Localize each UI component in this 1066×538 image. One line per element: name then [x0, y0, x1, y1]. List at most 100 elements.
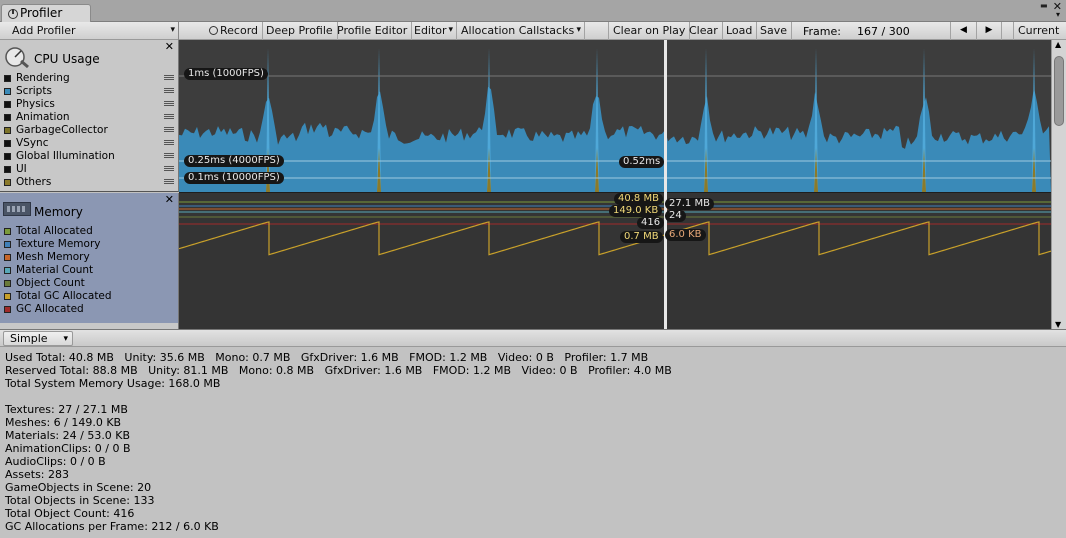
- current-frame-button[interactable]: Current: [1013, 22, 1063, 40]
- cpu-legend-item[interactable]: Physics: [0, 98, 179, 111]
- cpu-legend-swatch[interactable]: [4, 101, 11, 108]
- memory-view-mode-label: Simple: [10, 332, 48, 345]
- record-icon: [209, 26, 218, 35]
- profile-editor-button[interactable]: Profile Editor: [333, 22, 413, 40]
- load-button[interactable]: Load: [722, 22, 758, 40]
- cpu-legend-item[interactable]: GarbageCollector: [0, 124, 179, 137]
- scroll-up-icon[interactable]: ▲: [1055, 40, 1061, 49]
- clear-button[interactable]: Clear: [685, 22, 723, 40]
- memory-legend-item[interactable]: Object Count: [0, 277, 179, 290]
- cpu-legend-swatch[interactable]: [4, 127, 11, 134]
- cpu-legend-item[interactable]: UI: [0, 163, 179, 176]
- memory-detail-line: Assets: 283: [5, 468, 69, 481]
- memory-view-mode-dropdown[interactable]: Simple: [3, 331, 73, 346]
- cpu-legend-item[interactable]: Animation: [0, 111, 179, 124]
- record-button[interactable]: Record: [205, 22, 264, 40]
- reorder-handle-icon[interactable]: [164, 166, 174, 171]
- reorder-handle-icon[interactable]: [164, 88, 174, 93]
- cpu-legend-swatch[interactable]: [4, 140, 11, 147]
- memory-legend-label: Texture Memory: [16, 238, 101, 250]
- texture-memory-value: 27.1 MB: [665, 198, 714, 210]
- memory-legend-swatch[interactable]: [4, 306, 11, 313]
- cpu-legend-label: Rendering: [16, 72, 70, 84]
- window-options-icon[interactable]: ▾: [1056, 10, 1060, 19]
- memory-panel[interactable]: Memory ✕ Total Allocated Texture Memory Me…: [0, 193, 179, 323]
- memory-detail-line: AudioClips: 0 / 0 B: [5, 455, 106, 468]
- graph-vertical-scrollbar[interactable]: ▲ ▼: [1051, 40, 1066, 329]
- clear-on-play-button[interactable]: Clear on Play: [608, 22, 691, 40]
- cpu-legend-swatch[interactable]: [4, 179, 11, 186]
- memory-legend-item[interactable]: GC Allocated: [0, 303, 179, 316]
- material-count-value: 24: [665, 210, 686, 222]
- cpu-legend-label: GarbageCollector: [16, 124, 108, 136]
- next-frame-icon[interactable]: ▶: [976, 22, 1002, 40]
- memory-legend-item[interactable]: Total Allocated: [0, 225, 179, 238]
- total-allocated-value: 40.8 MB: [614, 193, 663, 205]
- memory-legend-swatch[interactable]: [4, 254, 11, 261]
- memory-legend-swatch[interactable]: [4, 228, 11, 235]
- allocation-callstacks-dropdown[interactable]: Allocation Callstacks: [457, 22, 585, 40]
- window-menu-icon[interactable]: ▬: [1040, 1, 1050, 10]
- memory-legend-swatch[interactable]: [4, 293, 11, 300]
- memory-legend-label: Total Allocated: [16, 225, 93, 237]
- cpu-usage-panel[interactable]: CPU Usage ✕ Rendering Scripts Physics Anima…: [0, 40, 179, 192]
- cpu-legend-swatch[interactable]: [4, 88, 11, 95]
- memory-detail-line: Meshes: 6 / 149.0 KB: [5, 416, 122, 429]
- deep-profile-button[interactable]: Deep Profile: [262, 22, 338, 40]
- memory-legend-item[interactable]: Total GC Allocated: [0, 290, 179, 303]
- profiler-tab[interactable]: Profiler: [1, 4, 91, 22]
- reorder-handle-icon[interactable]: [164, 127, 174, 132]
- reorder-handle-icon[interactable]: [164, 114, 174, 119]
- profiler-toolbar: Add Profiler Record Deep Profile Profile…: [0, 22, 1066, 40]
- selected-frame-marker: [664, 40, 667, 329]
- memory-legend-swatch[interactable]: [4, 267, 11, 274]
- scroll-down-icon[interactable]: ▼: [1055, 320, 1061, 329]
- cpu-legend-label: Scripts: [16, 85, 52, 97]
- add-profiler-label: Add Profiler: [12, 24, 76, 37]
- cpu-025ms-label: 0.25ms (4000FPS): [184, 155, 284, 167]
- cpu-legend-item[interactable]: Rendering: [0, 72, 179, 85]
- cpu-legend-swatch[interactable]: [4, 166, 11, 173]
- memory-legend-item[interactable]: Texture Memory: [0, 238, 179, 251]
- gc-allocated-value: 6.0 KB: [665, 229, 706, 241]
- cpu-legend-item[interactable]: Scripts: [0, 85, 179, 98]
- memory-detail-line: GameObjects in Scene: 20: [5, 481, 152, 494]
- memory-legend-item[interactable]: Mesh Memory: [0, 251, 179, 264]
- cpu-legend-item[interactable]: Global Illumination: [0, 150, 179, 163]
- profiler-tab-label: Profiler: [20, 6, 63, 20]
- memory-panel-close-icon[interactable]: ✕: [165, 193, 174, 206]
- reorder-handle-icon[interactable]: [164, 101, 174, 106]
- window-tab-bar: Profiler ▬ ✕ ▾: [0, 0, 1066, 22]
- profiler-graph-canvas[interactable]: [179, 40, 1051, 329]
- reorder-handle-icon[interactable]: [164, 153, 174, 158]
- cpu-legend-label: VSync: [16, 137, 49, 149]
- memory-detail-line: [5, 390, 1061, 403]
- add-profiler-dropdown[interactable]: Add Profiler: [0, 22, 179, 40]
- memory-legend-swatch[interactable]: [4, 280, 11, 287]
- cpu-legend-swatch[interactable]: [4, 153, 11, 160]
- cpu-legend: Rendering Scripts Physics Animation GarbageC…: [0, 72, 179, 189]
- current-label: Current: [1018, 24, 1060, 37]
- profiler-graphs[interactable]: 1ms (1000FPS) 0.25ms (4000FPS) 0.1ms (10…: [179, 40, 1051, 329]
- memory-legend-label: Total GC Allocated: [16, 290, 112, 302]
- reorder-handle-icon[interactable]: [164, 140, 174, 145]
- memory-legend-label: Mesh Memory: [16, 251, 90, 263]
- editor-dropdown[interactable]: Editor: [410, 22, 457, 40]
- object-count-value: 416: [637, 217, 665, 229]
- memory-detail-line: Total System Memory Usage: 168.0 MB: [5, 377, 221, 390]
- cpu-legend-item[interactable]: Others: [0, 176, 179, 189]
- memory-legend-swatch[interactable]: [4, 241, 11, 248]
- save-button[interactable]: Save: [756, 22, 793, 40]
- previous-frame-icon[interactable]: ◀: [950, 22, 976, 40]
- reorder-handle-icon[interactable]: [164, 179, 174, 184]
- reorder-handle-icon[interactable]: [164, 75, 174, 80]
- memory-legend-item[interactable]: Material Count: [0, 264, 179, 277]
- deep-profile-label: Deep Profile: [266, 24, 333, 37]
- cpu-legend-item[interactable]: VSync: [0, 137, 179, 150]
- cpu-legend-swatch[interactable]: [4, 75, 11, 82]
- cpu-panel-close-icon[interactable]: ✕: [165, 40, 174, 53]
- cpu-legend-swatch[interactable]: [4, 114, 11, 121]
- scroll-thumb[interactable]: [1054, 56, 1064, 126]
- allocation-callstacks-label: Allocation Callstacks: [461, 24, 575, 37]
- memory-detail-line: AnimationClips: 0 / 0 B: [5, 442, 131, 455]
